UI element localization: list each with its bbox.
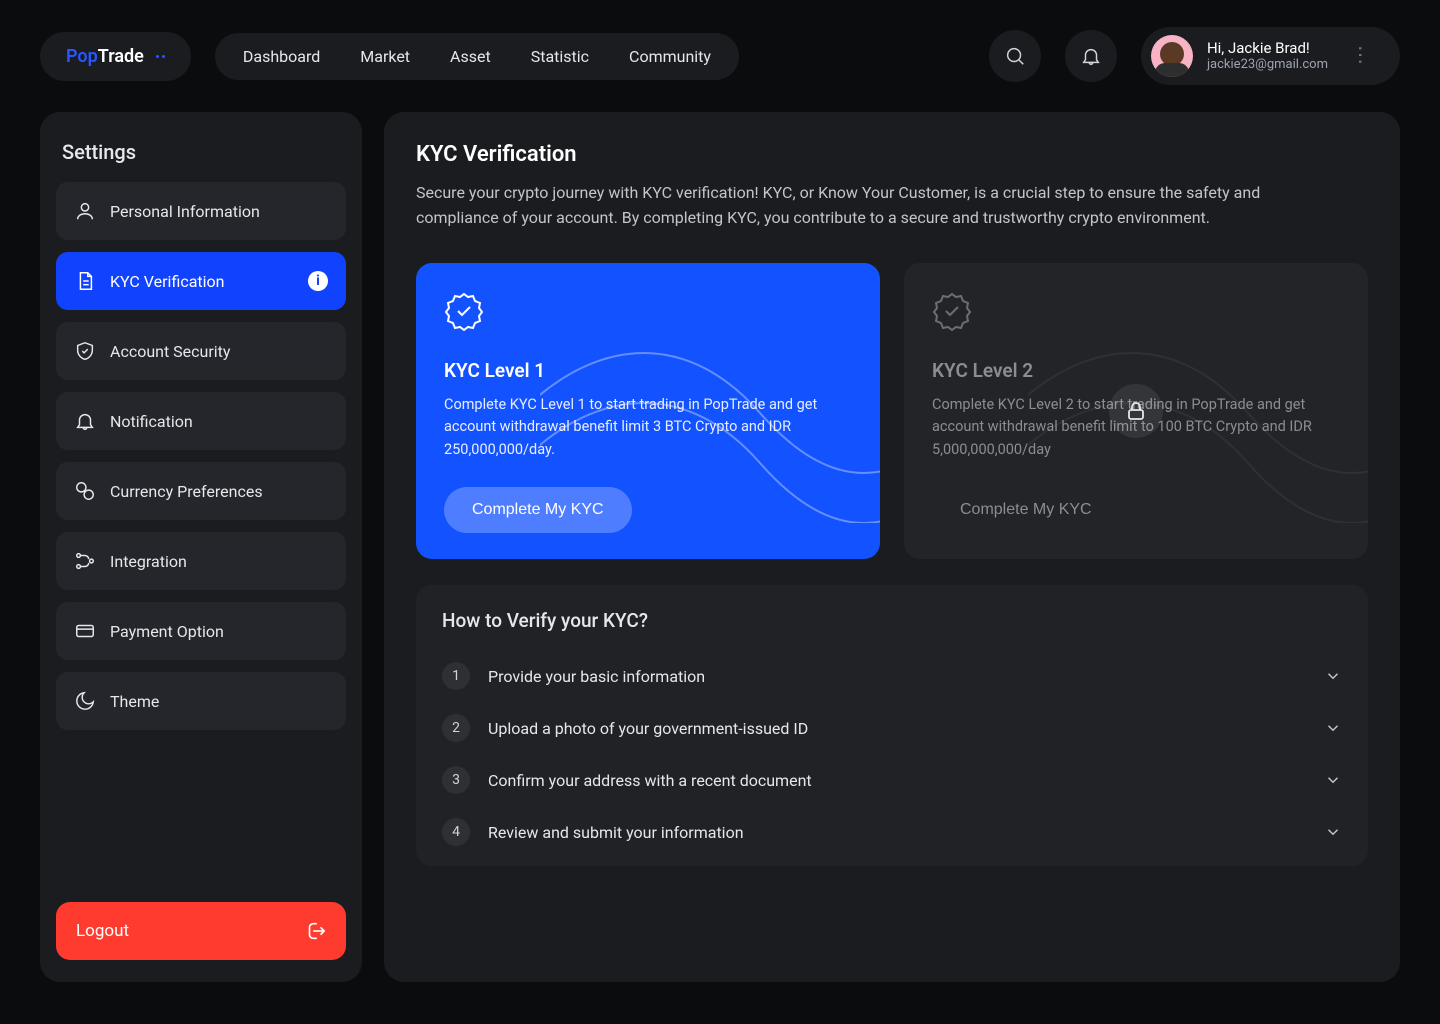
- sidebar-item-label: Payment Option: [110, 622, 224, 641]
- sidebar-item-label: KYC Verification: [110, 272, 224, 291]
- kyc1-complete-button[interactable]: Complete My KYC: [444, 487, 632, 533]
- nav-asset[interactable]: Asset: [450, 47, 491, 66]
- sidebar-item-notification[interactable]: Notification: [56, 392, 346, 450]
- kyc2-complete-button: Complete My KYC: [932, 487, 1120, 533]
- logo[interactable]: PopTrade: [40, 32, 191, 81]
- logo-dots: [156, 55, 165, 58]
- chevron-down-icon: [1324, 667, 1342, 685]
- chevron-down-icon: [1324, 719, 1342, 737]
- user-greeting: Hi, Jackie Brad!: [1207, 39, 1328, 58]
- sidebar-item-personal[interactable]: Personal Information: [56, 182, 346, 240]
- notifications-button[interactable]: [1065, 30, 1117, 82]
- kyc2-title: KYC Level 2: [932, 359, 1340, 382]
- user-icon: [74, 200, 96, 222]
- nav-community[interactable]: Community: [629, 47, 711, 66]
- step-number: 1: [442, 662, 470, 690]
- main-nav: Dashboard Market Asset Statistic Communi…: [215, 33, 739, 80]
- verified-badge-icon: [444, 291, 484, 331]
- nav-dashboard[interactable]: Dashboard: [243, 47, 320, 66]
- kyc-level-2-card: KYC Level 2 Complete KYC Level 2 to star…: [904, 263, 1368, 559]
- document-icon: [74, 270, 96, 292]
- chevron-down-icon: [1324, 771, 1342, 789]
- currency-icon: [74, 480, 96, 502]
- step-number: 4: [442, 818, 470, 846]
- chevron-down-icon: [1324, 823, 1342, 841]
- locked-overlay: [1109, 384, 1163, 438]
- kyc1-desc: Complete KYC Level 1 to start trading in…: [444, 394, 852, 461]
- step-label: Review and submit your information: [488, 823, 1306, 842]
- step-number: 2: [442, 714, 470, 742]
- more-icon[interactable]: ⋯: [1349, 37, 1373, 75]
- nav-statistic[interactable]: Statistic: [531, 47, 589, 66]
- settings-sidebar: Settings Personal Information KYC Verifi…: [40, 112, 362, 982]
- shield-icon: [74, 340, 96, 362]
- info-icon: i: [308, 271, 328, 291]
- sidebar-item-label: Integration: [110, 552, 187, 571]
- bell-icon: [74, 410, 96, 432]
- avatar: [1151, 35, 1193, 77]
- verified-badge-icon: [932, 291, 972, 331]
- sidebar-item-security[interactable]: Account Security: [56, 322, 346, 380]
- sidebar-item-currency[interactable]: Currency Preferences: [56, 462, 346, 520]
- sidebar-title: Settings: [62, 140, 340, 164]
- logout-label: Logout: [76, 921, 129, 941]
- step-label: Upload a photo of your government-issued…: [488, 719, 1306, 738]
- moon-icon: [74, 690, 96, 712]
- user-email: jackie23@gmail.com: [1207, 57, 1328, 73]
- search-button[interactable]: [989, 30, 1041, 82]
- sidebar-item-label: Account Security: [110, 342, 230, 361]
- main-panel: KYC Verification Secure your crypto jour…: [384, 112, 1400, 982]
- logo-trade: Trade: [98, 46, 144, 67]
- user-menu[interactable]: Hi, Jackie Brad! jackie23@gmail.com ⋯: [1141, 27, 1400, 85]
- search-icon: [1004, 45, 1026, 67]
- sidebar-item-integration[interactable]: Integration: [56, 532, 346, 590]
- sidebar-item-theme[interactable]: Theme: [56, 672, 346, 730]
- page-description: Secure your crypto journey with KYC veri…: [416, 181, 1296, 231]
- nav-market[interactable]: Market: [360, 47, 410, 66]
- howto-step-4[interactable]: 4 Review and submit your information: [442, 806, 1342, 858]
- howto-step-1[interactable]: 1 Provide your basic information: [442, 650, 1342, 702]
- logout-button[interactable]: Logout: [56, 902, 346, 960]
- card-icon: [74, 620, 96, 642]
- howto-title: How to Verify your KYC?: [442, 609, 1342, 632]
- integration-icon: [74, 550, 96, 572]
- sidebar-item-label: Theme: [110, 692, 159, 711]
- step-label: Confirm your address with a recent docum…: [488, 771, 1306, 790]
- sidebar-item-kyc[interactable]: KYC Verification i: [56, 252, 346, 310]
- step-label: Provide your basic information: [488, 667, 1306, 686]
- sidebar-item-label: Notification: [110, 412, 193, 431]
- logout-icon: [304, 920, 326, 942]
- page-title: KYC Verification: [416, 142, 1368, 167]
- kyc1-title: KYC Level 1: [444, 359, 852, 382]
- sidebar-item-label: Currency Preferences: [110, 482, 263, 501]
- kyc-level-1-card: KYC Level 1 Complete KYC Level 1 to star…: [416, 263, 880, 559]
- step-number: 3: [442, 766, 470, 794]
- logo-pop: Pop: [66, 46, 98, 67]
- howto-step-2[interactable]: 2 Upload a photo of your government-issu…: [442, 702, 1342, 754]
- howto-panel: How to Verify your KYC? 1 Provide your b…: [416, 585, 1368, 866]
- bell-icon: [1080, 45, 1102, 67]
- sidebar-item-payment[interactable]: Payment Option: [56, 602, 346, 660]
- lock-icon: [1124, 399, 1148, 423]
- howto-step-3[interactable]: 3 Confirm your address with a recent doc…: [442, 754, 1342, 806]
- sidebar-item-label: Personal Information: [110, 202, 260, 221]
